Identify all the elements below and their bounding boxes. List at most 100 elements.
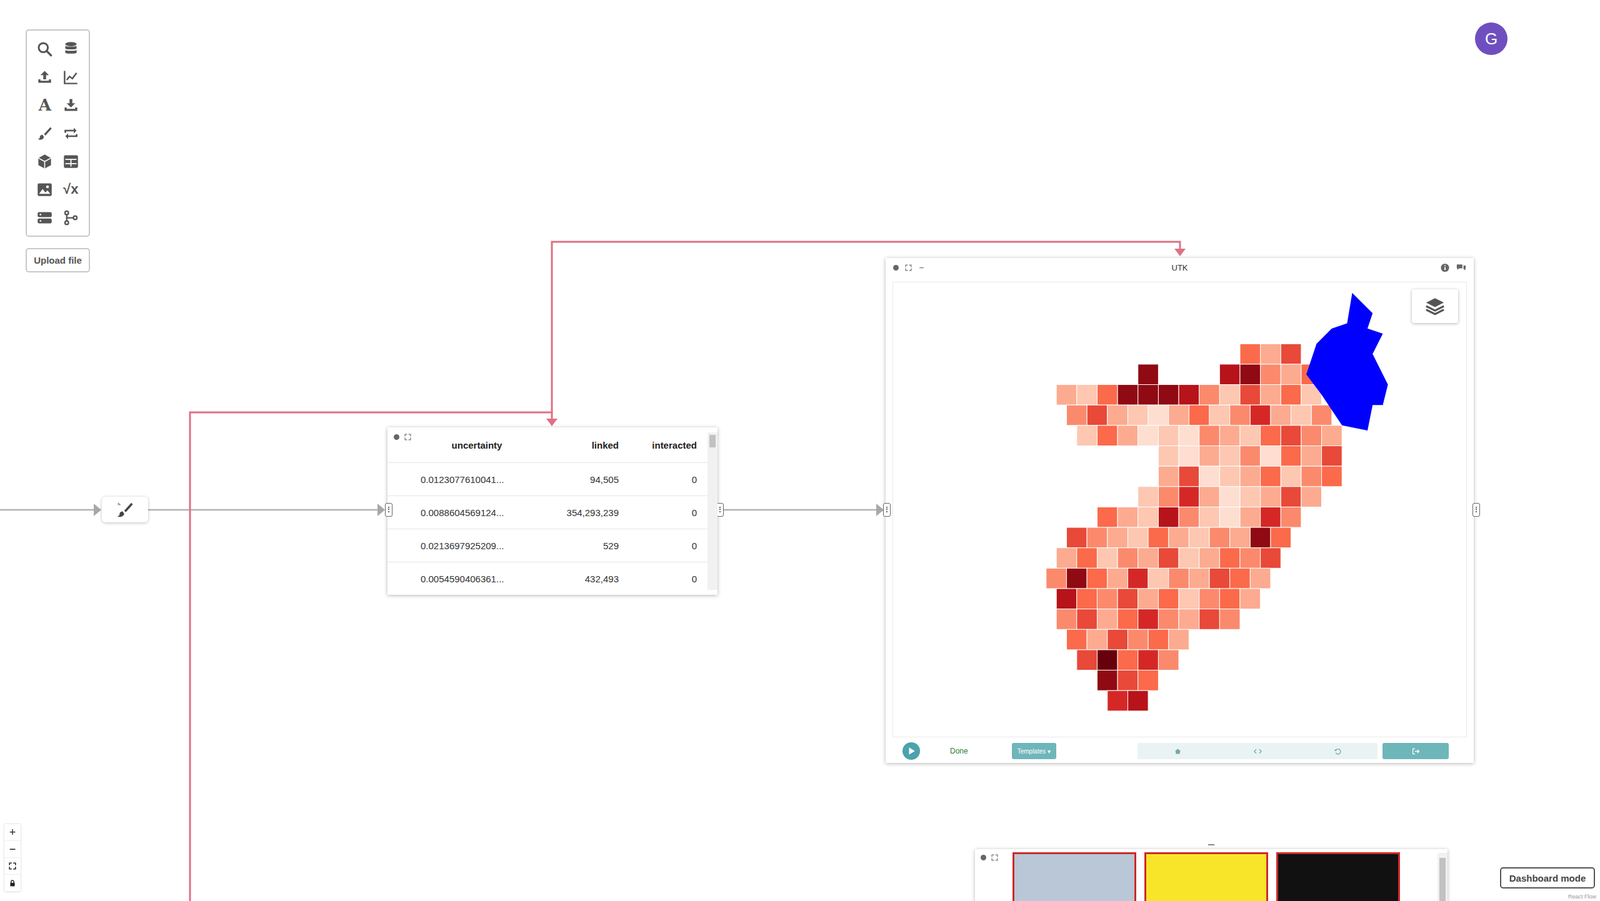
image-gallery-node[interactable] bbox=[975, 849, 1448, 901]
map-region[interactable] bbox=[1291, 405, 1312, 426]
table-row[interactable]: 0.0213697925209...5290 bbox=[387, 528, 718, 562]
map-region[interactable] bbox=[1219, 588, 1240, 610]
toolbar-button[interactable] bbox=[31, 65, 59, 89]
map-region[interactable] bbox=[1219, 466, 1240, 487]
map-region[interactable] bbox=[1066, 629, 1087, 650]
map-region[interactable] bbox=[1240, 486, 1261, 508]
map-region[interactable] bbox=[1086, 568, 1108, 589]
map-region[interactable] bbox=[1321, 425, 1343, 447]
map-region[interactable] bbox=[1158, 548, 1179, 569]
map-region[interactable] bbox=[1209, 568, 1230, 589]
map-region[interactable] bbox=[1138, 385, 1159, 406]
map-region[interactable] bbox=[1138, 364, 1159, 385]
map-region[interactable] bbox=[1096, 588, 1118, 610]
map-region[interactable] bbox=[1240, 588, 1261, 610]
map-region[interactable] bbox=[1158, 466, 1179, 487]
map-region[interactable] bbox=[1076, 609, 1098, 630]
map-region[interactable] bbox=[1260, 506, 1282, 528]
image-thumbnail[interactable] bbox=[1012, 852, 1137, 901]
map-region[interactable] bbox=[1199, 445, 1220, 467]
toolbar-button[interactable] bbox=[31, 36, 59, 61]
code-button[interactable] bbox=[1253, 747, 1262, 756]
map-region[interactable] bbox=[1158, 506, 1179, 528]
map-region[interactable] bbox=[1138, 670, 1159, 692]
map-region[interactable] bbox=[1199, 588, 1220, 610]
home-button[interactable] bbox=[1173, 747, 1182, 756]
map-region[interactable] bbox=[1230, 527, 1251, 549]
table-row[interactable]: 0.0088604569124...354,293,2390 bbox=[387, 495, 718, 529]
map-region[interactable] bbox=[1178, 548, 1200, 569]
templates-dropdown[interactable]: Templates ▾ bbox=[1011, 743, 1057, 760]
map-region[interactable] bbox=[1158, 385, 1179, 406]
toolbar-button[interactable]: √x bbox=[58, 177, 85, 202]
toolbar-button[interactable] bbox=[58, 121, 85, 145]
toolbar-button[interactable] bbox=[58, 93, 85, 117]
map-region[interactable] bbox=[1158, 486, 1179, 508]
map-region[interactable] bbox=[1127, 629, 1149, 650]
map-region[interactable] bbox=[1240, 343, 1261, 365]
map-region[interactable] bbox=[1158, 425, 1179, 447]
map-region[interactable] bbox=[1117, 609, 1139, 630]
map-region[interactable] bbox=[1301, 425, 1322, 447]
map-region[interactable] bbox=[1240, 385, 1261, 406]
map-region[interactable] bbox=[1178, 385, 1200, 406]
map-region[interactable] bbox=[1127, 690, 1149, 712]
map-region[interactable] bbox=[1260, 548, 1282, 569]
map-region[interactable] bbox=[1199, 466, 1220, 487]
map-region[interactable] bbox=[1158, 650, 1179, 671]
layers-button[interactable] bbox=[1411, 289, 1459, 324]
map-region[interactable] bbox=[1107, 629, 1129, 650]
map-region[interactable] bbox=[1240, 445, 1261, 467]
export-button[interactable] bbox=[1382, 743, 1449, 760]
map-region[interactable] bbox=[1250, 405, 1271, 426]
toolbar-button[interactable] bbox=[58, 205, 85, 230]
map-region[interactable] bbox=[1107, 405, 1129, 426]
map-region[interactable] bbox=[1199, 385, 1220, 406]
dot-icon[interactable] bbox=[893, 265, 899, 271]
input-handle[interactable] bbox=[883, 503, 891, 517]
map-region[interactable] bbox=[1148, 629, 1169, 650]
zoom-out-button[interactable]: − bbox=[4, 841, 21, 859]
map-region[interactable] bbox=[1240, 506, 1261, 528]
map-region[interactable] bbox=[1301, 445, 1322, 467]
map-region[interactable] bbox=[1260, 466, 1282, 487]
map-region[interactable] bbox=[1219, 486, 1240, 508]
toolbar-button[interactable] bbox=[58, 149, 85, 174]
map-region[interactable] bbox=[1260, 343, 1282, 365]
map-region[interactable] bbox=[1219, 609, 1240, 630]
map-region[interactable] bbox=[1127, 568, 1149, 589]
map-region[interactable] bbox=[1107, 690, 1129, 712]
input-handle[interactable] bbox=[1208, 844, 1215, 849]
utk-node[interactable]: UTKDoneTemplates ▾ bbox=[885, 258, 1474, 764]
play-button[interactable] bbox=[902, 742, 920, 760]
map-region[interactable] bbox=[1311, 405, 1332, 426]
map-region[interactable] bbox=[1260, 385, 1282, 406]
map-region[interactable] bbox=[1117, 650, 1139, 671]
map-region[interactable] bbox=[1096, 425, 1118, 447]
expand-icon[interactable] bbox=[991, 854, 999, 862]
map-region[interactable] bbox=[1219, 506, 1240, 528]
map-region[interactable] bbox=[1199, 506, 1220, 528]
map-region[interactable] bbox=[1056, 609, 1077, 630]
map-region[interactable] bbox=[1280, 425, 1302, 447]
map-region[interactable] bbox=[1178, 466, 1200, 487]
map-region[interactable] bbox=[1199, 425, 1220, 447]
map-region[interactable] bbox=[1240, 466, 1261, 487]
map-region[interactable] bbox=[1168, 629, 1190, 650]
user-avatar[interactable]: G bbox=[1475, 22, 1508, 55]
map-region[interactable] bbox=[1301, 466, 1322, 487]
table-node[interactable]: uncertaintylinkedinteracted0.01230776100… bbox=[387, 427, 718, 595]
map-region[interactable] bbox=[1240, 425, 1261, 447]
table-row[interactable]: 0.0054590406361...432,4930 bbox=[387, 561, 718, 595]
map-region[interactable] bbox=[1076, 425, 1098, 447]
map-region[interactable] bbox=[1158, 445, 1179, 467]
column-header[interactable]: linked bbox=[558, 440, 619, 451]
map-region[interactable] bbox=[1117, 588, 1139, 610]
map-region[interactable] bbox=[1138, 650, 1159, 671]
flow-canvas[interactable]: A√xUpload fileGuncertaintylinkedinteract… bbox=[0, 0, 1600, 901]
map-region[interactable] bbox=[1138, 425, 1159, 447]
map-region[interactable] bbox=[1076, 588, 1098, 610]
upload-file-button[interactable]: Upload file bbox=[25, 248, 90, 273]
map-region[interactable] bbox=[1107, 568, 1129, 589]
map-region[interactable] bbox=[1117, 425, 1139, 447]
